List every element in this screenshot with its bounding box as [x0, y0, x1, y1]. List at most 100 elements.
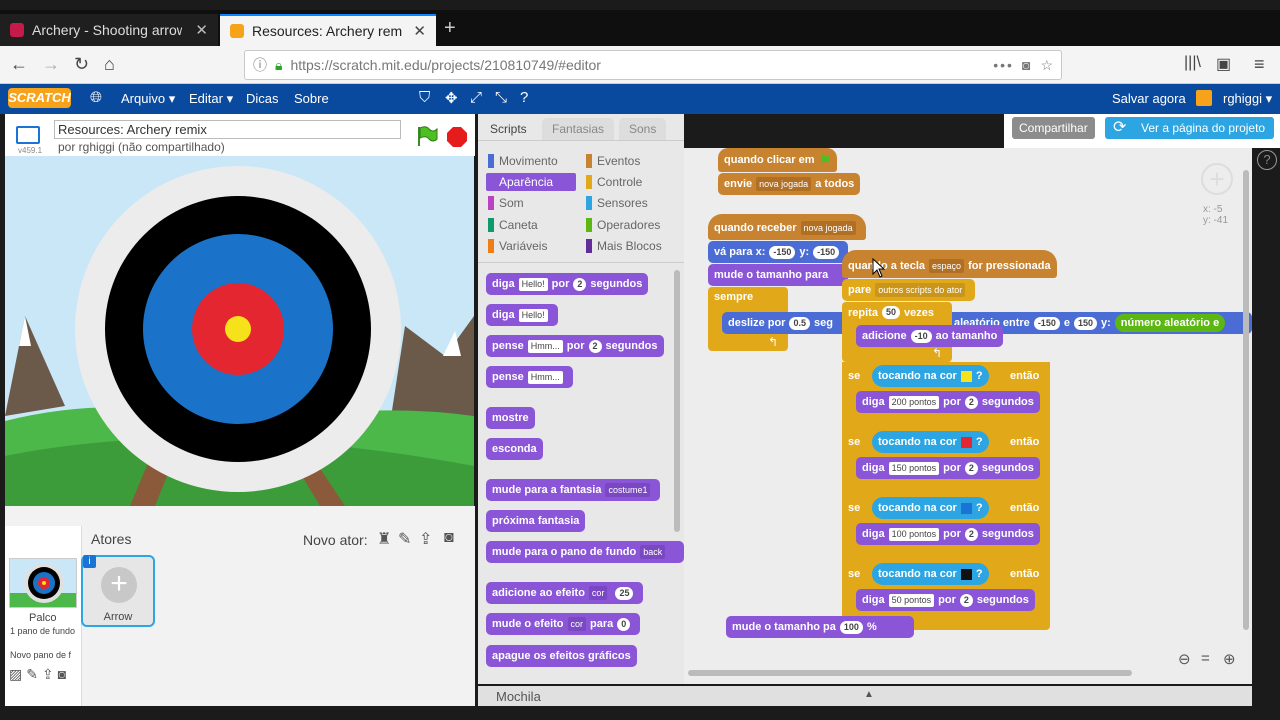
block-clear-effects[interactable]: apague os efeitos gráficos	[486, 645, 637, 667]
block-go-to-xy[interactable]: vá para x: -150 y: -150	[708, 241, 848, 263]
camera-icon[interactable]: ◙	[444, 529, 454, 547]
block-set-size[interactable]: mude o tamanho para	[708, 264, 848, 286]
block-hide[interactable]: esconda	[486, 438, 543, 460]
tab-sounds[interactable]: Sons	[619, 118, 667, 140]
zoom-in-icon[interactable]: ⊕	[1223, 650, 1236, 668]
green-flag-icon[interactable]	[415, 124, 439, 148]
close-tab-icon[interactable]: ✕	[413, 22, 426, 40]
scratch-logo[interactable]: SCRATCH	[8, 88, 71, 108]
fullscreen-icon[interactable]	[16, 126, 40, 144]
block-say-for[interactable]: diga Hello! por 2 segundos	[486, 273, 649, 295]
menu-tips[interactable]: Dicas	[246, 91, 279, 106]
tab-scripts[interactable]: Scripts	[480, 118, 537, 140]
forward-icon[interactable]: →	[42, 54, 60, 75]
delete-icon[interactable]: ✥	[445, 89, 458, 107]
hamburger-menu-icon[interactable]: ≡	[1254, 54, 1265, 75]
block-say-points[interactable]: diga 150 pontos por 2 segundos	[856, 457, 1040, 479]
see-project-page-button[interactable]: Ver a página do projeto	[1105, 117, 1274, 139]
backdrop-tools[interactable]: ▨✎⇪◙	[9, 666, 70, 683]
zoom-out-icon[interactable]: ⊖	[1178, 650, 1191, 668]
category-more-blocks[interactable]: Mais Blocos	[586, 239, 662, 253]
category-control[interactable]: Controle	[586, 175, 642, 189]
block-set-size-bottom[interactable]: mude o tamanho pa 100%	[726, 616, 914, 638]
save-now-link[interactable]: Salvar agora	[1112, 91, 1186, 106]
bookmark-star-icon[interactable]: ☆	[1040, 57, 1053, 74]
library-icon[interactable]: |||\	[1184, 54, 1201, 72]
color-swatch[interactable]	[960, 502, 972, 514]
stage-thumbnail[interactable]	[9, 558, 77, 608]
block-show[interactable]: mostre	[486, 407, 535, 429]
random-operator[interactable]: número aleatório e	[1114, 314, 1226, 332]
block-think[interactable]: pense Hmm...	[486, 366, 573, 388]
duplicate-icon[interactable]: ⛉	[419, 89, 430, 106]
block-think-for[interactable]: pense Hmm... por 2 segundos	[486, 335, 664, 357]
pocket-icon[interactable]: ◙	[1022, 57, 1030, 73]
sprite-library-icon[interactable]: ♜	[377, 529, 391, 549]
sprite-info-icon[interactable]: i	[83, 555, 96, 568]
upload-sprite-icon[interactable]: ⇪	[419, 529, 432, 549]
block-switch-costume[interactable]: mude para a fantasia costume1	[486, 479, 661, 501]
category-sensing[interactable]: Sensores	[586, 196, 648, 210]
new-tab-icon[interactable]: +	[444, 17, 456, 40]
script-vertical-scrollbar[interactable]	[1243, 170, 1249, 630]
user-menu[interactable]: rghiggi ▾	[1223, 91, 1272, 107]
script-horizontal-scrollbar[interactable]	[688, 670, 1132, 676]
help-icon[interactable]: ?	[520, 89, 528, 106]
block-say-points[interactable]: diga 50 pontos por 2 segundos	[856, 589, 1035, 611]
category-variables[interactable]: Variáveis	[488, 239, 547, 253]
reload-icon[interactable]: ↻	[74, 54, 89, 75]
block-say[interactable]: diga Hello!	[486, 304, 558, 326]
url-bar[interactable]: ⓘ 🔒︎ https://scratch.mit.edu/projects/21…	[244, 50, 1062, 80]
block-say-points[interactable]: diga 200 pontos por 2 segundos	[856, 391, 1040, 413]
close-tab-icon[interactable]: ✕	[195, 21, 208, 39]
color-swatch[interactable]	[960, 370, 972, 382]
block-change-effect[interactable]: adicione ao efeito cor 25	[486, 582, 644, 604]
block-when-flag-clicked[interactable]: quando clicar em ⚑	[718, 148, 838, 172]
grow-icon[interactable]: ⤢	[470, 89, 482, 106]
back-icon[interactable]: ←	[10, 54, 28, 75]
backpack-toggle-icon[interactable]: ▲	[864, 689, 874, 700]
menu-edit[interactable]: Editar ▾	[189, 91, 233, 107]
category-motion[interactable]: Movimento	[488, 154, 558, 168]
menu-file[interactable]: Arquivo ▾	[121, 91, 175, 107]
browser-tab-resources[interactable]: Resources: Archery remix ✕	[220, 14, 436, 46]
zoom-reset-icon[interactable]: =	[1201, 650, 1210, 667]
category-sound[interactable]: Som	[488, 196, 524, 210]
block-if-touching-color[interactable]: se tocando na cor? então diga 200 pontos p…	[842, 364, 1050, 426]
stop-icon[interactable]	[446, 126, 468, 148]
help-circle-icon[interactable]: ?	[1257, 150, 1277, 170]
block-if-touching-color[interactable]: se tocando na cor? então diga 150 pontos p…	[842, 430, 1050, 492]
block-change-size[interactable]: adicione -10 ao tamanho	[856, 325, 1004, 347]
stage[interactable]	[5, 156, 474, 506]
category-looks[interactable]: Aparência	[488, 175, 553, 189]
menu-about[interactable]: Sobre	[294, 91, 329, 106]
block-if-touching-color[interactable]: se tocando na cor? então diga 50 pontos po…	[842, 562, 1050, 624]
block-next-costume[interactable]: próxima fantasia	[486, 510, 586, 532]
touching-color-block[interactable]: tocando na cor?	[872, 365, 989, 387]
color-swatch[interactable]	[960, 436, 972, 448]
palette-scrollbar[interactable]	[674, 270, 680, 532]
block-glide[interactable]: deslize por 0.5 seg	[722, 312, 848, 334]
block-set-effect[interactable]: mude o efeito cor para 0	[486, 613, 641, 635]
home-icon[interactable]: ⌂	[104, 54, 115, 75]
paint-sprite-icon[interactable]: ✎	[398, 529, 411, 549]
info-icon[interactable]: ⓘ	[253, 55, 267, 75]
globe-icon[interactable]: 🌐︎	[90, 89, 102, 106]
block-stop[interactable]: pare outros scripts do ator	[842, 279, 976, 301]
category-operators[interactable]: Operadores	[586, 218, 660, 232]
block-switch-backdrop[interactable]: mude para o pano de fundo back	[486, 541, 684, 563]
block-when-receive[interactable]: quando receber nova jogada	[708, 214, 866, 240]
tab-costumes[interactable]: Fantasias	[542, 118, 615, 140]
category-events[interactable]: Eventos	[586, 154, 640, 168]
project-title-input[interactable]: Resources: Archery remix	[54, 120, 401, 139]
shrink-icon[interactable]: ⤡	[495, 89, 507, 106]
touching-color-block[interactable]: tocando na cor?	[872, 497, 989, 519]
page-actions-icon[interactable]: •••	[993, 57, 1014, 73]
block-broadcast[interactable]: envie nova jogada a todos	[718, 173, 861, 195]
color-swatch[interactable]	[960, 568, 972, 580]
touching-color-block[interactable]: tocando na cor?	[872, 431, 989, 453]
sidebar-icon[interactable]: ▣	[1216, 54, 1231, 74]
category-pen[interactable]: Caneta	[488, 218, 538, 232]
block-say-points[interactable]: diga 100 pontos por 2 segundos	[856, 523, 1040, 545]
browser-tab-archery[interactable]: Archery - Shooting arrows ✕	[0, 14, 218, 46]
